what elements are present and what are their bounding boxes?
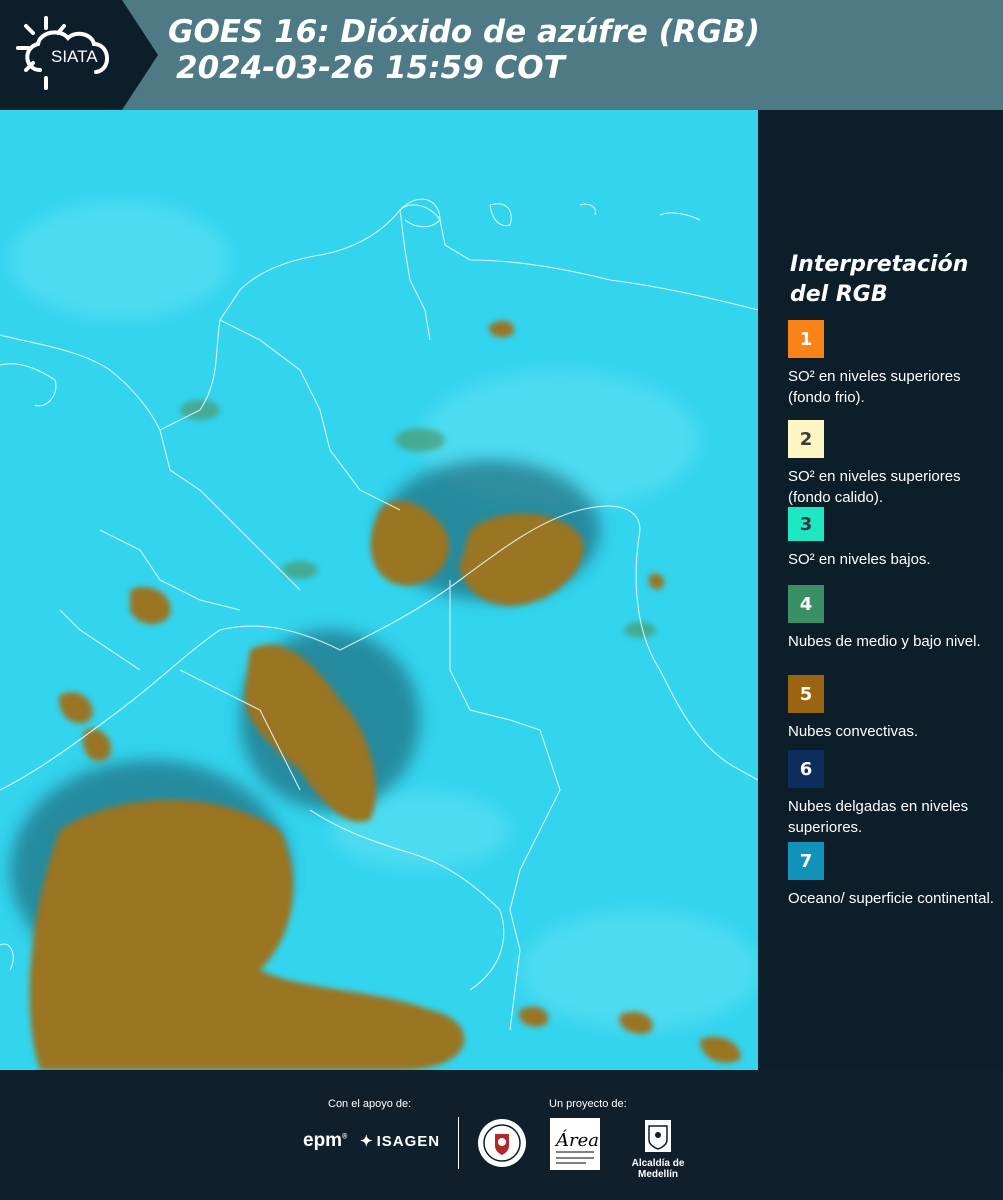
medellin-seal-icon (477, 1118, 527, 1168)
legend-item-2: 2 SO² en niveles superiores (fondo calid… (788, 420, 998, 508)
project-label: Un proyecto de: (549, 1098, 627, 1110)
siata-logo: SIATA (0, 0, 160, 110)
footer-divider (458, 1117, 459, 1169)
epm-text: epm (303, 1130, 343, 1151)
legend-swatch-2: 2 (788, 420, 824, 458)
svg-text:SIATA: SIATA (51, 47, 98, 66)
header-bar: SIATA GOES 16: Dióxido de azúfre (RGB) 2… (0, 0, 1003, 110)
isagen-mark-icon: ✦ (360, 1133, 374, 1150)
legend-swatch-5: 5 (788, 675, 824, 713)
alcaldia-label: Alcaldía de Medellín (631, 1158, 685, 1180)
legend-item-5: 5 Nubes convectivas. (788, 675, 998, 742)
title-line-2: 2024-03-26 15:59 COT (176, 50, 565, 86)
satellite-map (0, 110, 758, 1070)
epm-logo: epm® (303, 1130, 348, 1151)
map-svg (0, 110, 758, 1070)
alcaldia-shield-icon (645, 1120, 671, 1152)
legend-label-6: Nubes delgadas en niveles superiores. (788, 798, 969, 836)
legend-item-6: 6 Nubes delgadas en niveles superiores. (788, 750, 998, 838)
legend-swatch-6: 6 (788, 750, 824, 788)
legend-label-7: Oceano/ superficie continental. (788, 890, 994, 907)
svg-text:Área: Área (554, 1128, 599, 1151)
legend-label-5: Nubes convectivas. (788, 723, 919, 740)
isagen-text: ISAGEN (376, 1133, 441, 1150)
isagen-logo: ✦ ISAGEN (360, 1132, 440, 1150)
legend-swatch-4: 4 (788, 585, 824, 623)
legend-label-3: SO² en niveles bajos. (788, 551, 931, 568)
title-line-1: GOES 16: Dióxido de azúfre (RGB) (168, 14, 760, 50)
legend-title: Interpretación del RGB (790, 252, 969, 307)
page-title: GOES 16: Dióxido de azúfre (RGB) 2024-03… (168, 14, 760, 86)
footer: Con el apoyo de: Un proyecto de: epm® ✦ I… (0, 1070, 1003, 1200)
alcaldia-logo: Alcaldía de Medellín (612, 1118, 704, 1180)
legend-label-2: SO² en niveles superiores (fondo calido)… (788, 468, 961, 506)
legend-label-4: Nubes de medio y bajo nivel. (788, 633, 981, 650)
support-label: Con el apoyo de: (328, 1098, 412, 1110)
legend-swatch-7: 7 (788, 842, 824, 880)
legend-swatch-1: 1 (788, 320, 824, 358)
legend-item-7: 7 Oceano/ superficie continental. (788, 842, 998, 909)
legend-swatch-3: 3 (788, 507, 824, 541)
legend-item-1: 1 SO² en niveles superiores (fondo frio)… (788, 320, 998, 408)
legend-item-4: 4 Nubes de medio y bajo nivel. (788, 585, 998, 652)
legend-item-3: 3 SO² en niveles bajos. (788, 507, 998, 570)
legend-panel: Interpretación del RGB 1 SO² en niveles … (760, 110, 1003, 1070)
area-metropolitana-logo: Área (550, 1118, 600, 1170)
legend-label-1: SO² en niveles superiores (fondo frio). (788, 368, 961, 406)
